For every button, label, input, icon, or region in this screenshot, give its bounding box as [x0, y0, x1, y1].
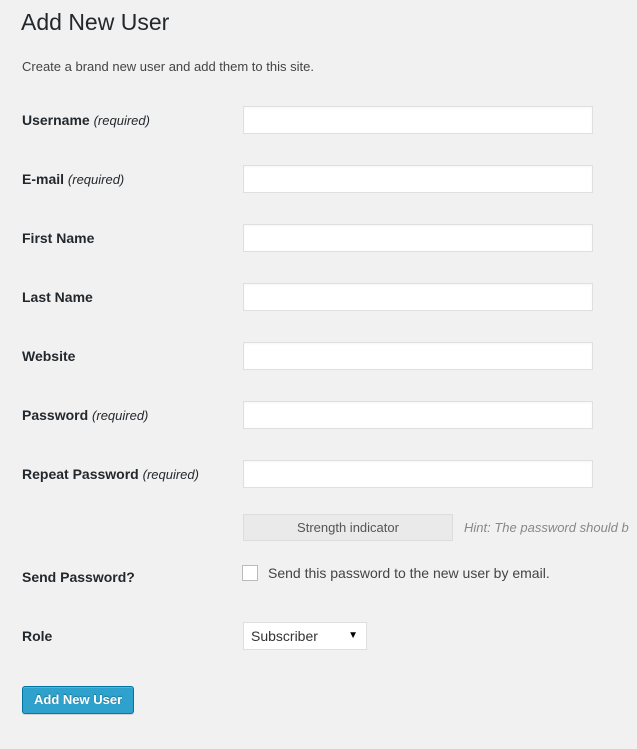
label-repeat-password-text: Repeat Password: [22, 466, 139, 482]
send-password-checkbox-label: Send this password to the new user by em…: [268, 565, 550, 581]
label-email-text: E-mail: [22, 171, 65, 187]
add-new-user-button[interactable]: Add New User: [22, 686, 135, 714]
username-input[interactable]: [243, 106, 593, 134]
form-row-last-name: Last Name: [0, 277, 637, 336]
add-new-user-form: Username (required) E-mail (required) Fi…: [0, 100, 637, 672]
label-role: Role: [22, 628, 53, 644]
label-website-text: Website: [22, 348, 76, 364]
label-username-required: (required): [93, 113, 150, 128]
label-username-text: Username: [22, 112, 90, 128]
add-new-user-page: Add New User Create a brand new user and…: [0, 0, 637, 749]
form-row-email: E-mail (required): [0, 159, 637, 218]
submit-area: Add New User: [22, 686, 135, 714]
form-row-website: Website: [0, 336, 637, 395]
first-name-input[interactable]: [243, 224, 593, 252]
send-password-checkbox[interactable]: [242, 565, 258, 581]
form-row-first-name: First Name: [0, 218, 637, 277]
label-repeat-password: Repeat Password (required): [22, 464, 199, 485]
page-title: Add New User: [21, 9, 170, 35]
label-last-name: Last Name: [22, 287, 93, 308]
email-input[interactable]: [243, 165, 593, 193]
chevron-down-icon: ▼: [348, 630, 358, 641]
label-send-password: Send Password?: [22, 569, 135, 585]
password-strength-indicator: Strength indicator: [243, 514, 453, 541]
label-password: Password (required): [22, 405, 148, 426]
role-select-value: Subscriber: [251, 628, 318, 644]
last-name-input[interactable]: [243, 283, 593, 311]
send-password-checkbox-wrap[interactable]: Send this password to the new user by em…: [242, 565, 550, 581]
password-hint-text: Hint: The password should b: [464, 520, 629, 535]
label-repeat-password-required: (required): [142, 467, 199, 482]
repeat-password-input[interactable]: [243, 460, 593, 488]
role-select[interactable]: Subscriber ▼: [243, 622, 367, 650]
website-input[interactable]: [243, 342, 593, 370]
label-website: Website: [22, 346, 75, 367]
form-row-role: Role Subscriber ▼: [0, 616, 637, 672]
label-first-name-text: First Name: [22, 230, 95, 246]
label-password-text: Password: [22, 407, 89, 423]
label-username: Username (required): [22, 110, 150, 131]
password-input[interactable]: [243, 401, 593, 429]
form-row-password: Password (required): [0, 395, 637, 454]
password-strength-row: Strength indicator Hint: The password sh…: [0, 513, 637, 557]
page-subtitle: Create a brand new user and add them to …: [22, 59, 314, 74]
label-last-name-text: Last Name: [22, 289, 93, 305]
label-email: E-mail (required): [22, 169, 124, 190]
label-password-required: (required): [92, 408, 149, 423]
form-row-repeat-password: Repeat Password (required): [0, 454, 637, 513]
label-first-name: First Name: [22, 228, 94, 249]
form-row-send-password: Send Password? Send this password to the…: [0, 557, 637, 616]
form-row-username: Username (required): [0, 100, 637, 159]
label-email-required: (required): [67, 172, 125, 187]
